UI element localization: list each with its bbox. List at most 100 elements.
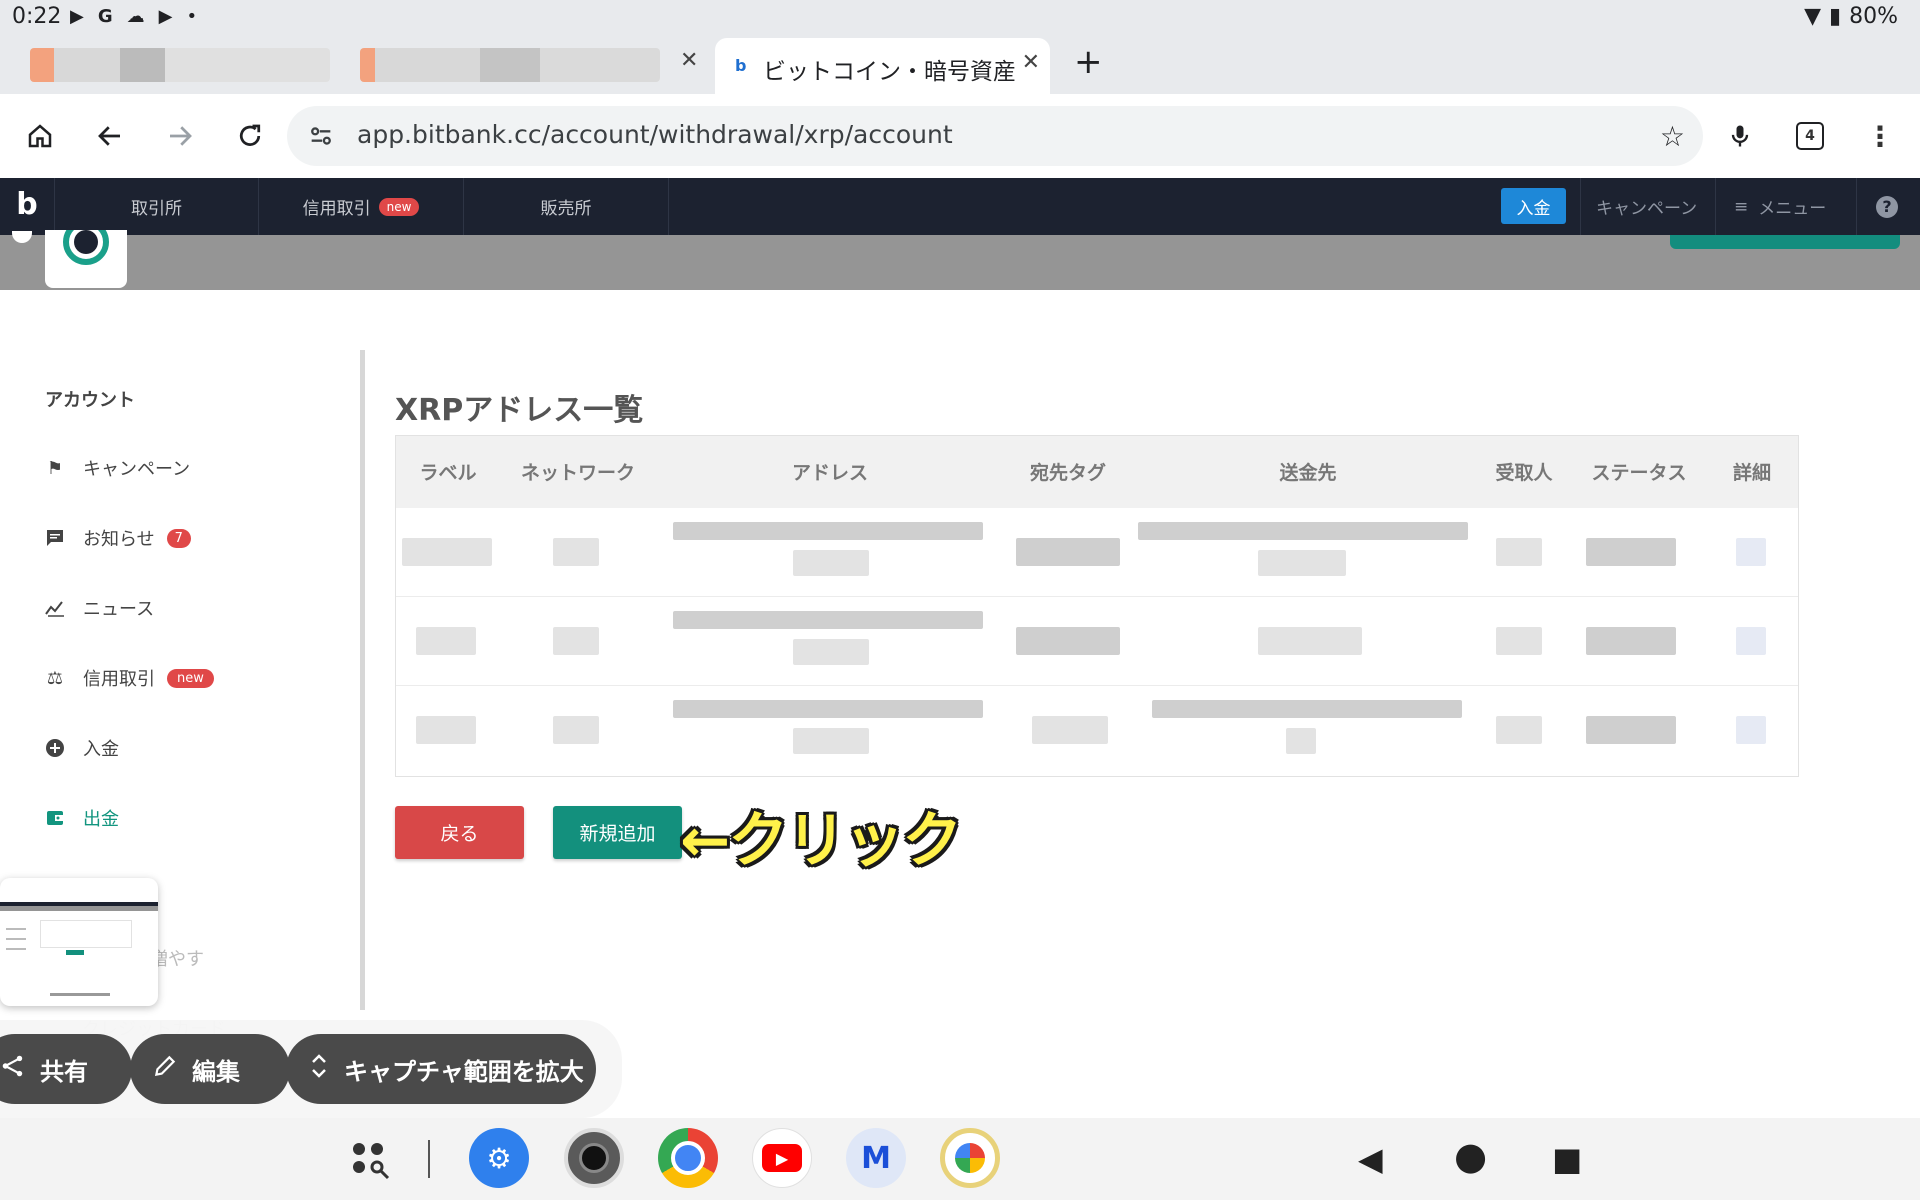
- nav-margin-label: 信用取引: [302, 199, 371, 219]
- blurred-tab[interactable]: [30, 48, 330, 82]
- arrow-right-icon: [170, 126, 192, 146]
- edit-button[interactable]: 編集: [130, 1034, 290, 1104]
- detail-link[interactable]: [1736, 716, 1766, 744]
- add-new-button[interactable]: 新規追加: [553, 806, 682, 859]
- photos-app-icon[interactable]: [940, 1128, 1000, 1188]
- nav-exchange[interactable]: 取引所: [55, 178, 259, 235]
- back-nav-triangle-icon[interactable]: ◀: [1358, 1140, 1383, 1178]
- nav-sales-label: 販売所: [540, 199, 592, 219]
- battery-icon: ▮: [1828, 4, 1842, 29]
- edit-label: 編集: [192, 1057, 240, 1086]
- site-settings-icon: [311, 127, 331, 145]
- nav-campaign[interactable]: キャンペーン: [1596, 178, 1697, 235]
- nav-margin[interactable]: 信用取引 new: [259, 178, 464, 235]
- table-row[interactable]: [396, 597, 1798, 685]
- home-icon: [28, 124, 52, 148]
- detail-link[interactable]: [1736, 627, 1766, 655]
- table-header: ラベル ネットワーク アドレス 宛先タグ 送金先 受取人 ステータス 詳細: [396, 436, 1798, 508]
- notification-count-badge: 7: [166, 528, 191, 548]
- deposit-button[interactable]: 入金: [1501, 188, 1566, 224]
- account-banner: [0, 219, 1920, 290]
- bitbank-favicon-icon: b: [735, 56, 747, 75]
- youtube-app-icon[interactable]: ▶: [752, 1128, 812, 1188]
- sidebar-item-label: 信用取引: [83, 669, 155, 690]
- expand-capture-button[interactable]: キャプチャ範囲を拡大: [286, 1034, 596, 1104]
- app-search-icon[interactable]: [350, 1140, 392, 1182]
- url-text[interactable]: app.bitbank.cc/account/withdrawal/xrp/ac…: [357, 120, 953, 149]
- new-tab-button[interactable]: +: [1074, 42, 1103, 82]
- camera-app-icon[interactable]: [564, 1128, 624, 1188]
- browser-toolbar: app.bitbank.cc/account/withdrawal/xrp/ac…: [0, 94, 1920, 178]
- active-tab[interactable]: b ビットコイン・暗号資産 ✕: [715, 38, 1050, 94]
- sidebar-item-faded[interactable]: 増やす: [150, 943, 204, 973]
- sidebar-item-deposit[interactable]: 入金: [45, 733, 119, 763]
- nav-sales[interactable]: 販売所: [464, 178, 669, 235]
- chrome-app-icon[interactable]: [658, 1128, 718, 1188]
- android-taskbar: ⚙ ▶ M ◀ ● ■: [0, 1118, 1920, 1200]
- new-badge: new: [378, 197, 420, 216]
- meta-app-icon[interactable]: M: [846, 1128, 906, 1188]
- close-tab-icon[interactable]: ✕: [1022, 50, 1040, 75]
- column-header: 詳細: [1732, 462, 1772, 484]
- table-row[interactable]: [396, 686, 1798, 774]
- avatar-ring-icon: [63, 219, 109, 265]
- close-tab-icon[interactable]: ✕: [680, 48, 698, 73]
- sidebar-item-withdrawal[interactable]: 出金: [45, 803, 119, 833]
- home-nav-circle-icon[interactable]: ●: [1454, 1134, 1487, 1178]
- column-header: ステータス: [1591, 462, 1687, 484]
- detail-link[interactable]: [1736, 538, 1766, 566]
- reload-button[interactable]: [228, 114, 272, 158]
- blurred-tab[interactable]: [360, 48, 660, 82]
- column-header: 受取人: [1495, 462, 1553, 484]
- back-button[interactable]: 戻る: [395, 806, 524, 859]
- decoration-dot: [12, 231, 32, 243]
- expand-capture-label: キャプチャ範囲を拡大: [344, 1057, 584, 1086]
- settings-app-icon[interactable]: ⚙: [469, 1128, 529, 1188]
- share-label: 共有: [40, 1057, 88, 1086]
- tab-switcher-button[interactable]: 4: [1788, 114, 1832, 158]
- nav-divider: [1715, 178, 1716, 235]
- table-row[interactable]: [396, 508, 1798, 596]
- sidebar-item-campaign[interactable]: ⚑ キャンペーン: [45, 453, 190, 483]
- notification-icons: ▶ G ☁ ▶ •: [70, 6, 197, 27]
- recents-nav-square-icon[interactable]: ■: [1552, 1140, 1582, 1178]
- forward-nav-button[interactable]: [158, 114, 202, 158]
- banner-action-button[interactable]: [1670, 235, 1900, 249]
- capture-toolbar: 共有 編集 キャプチャ範囲を拡大: [0, 1020, 622, 1118]
- avatar: [45, 219, 127, 288]
- sidebar-item-label: お知らせ: [83, 529, 155, 550]
- address-bar[interactable]: app.bitbank.cc/account/withdrawal/xrp/ac…: [287, 106, 1703, 166]
- back-nav-button[interactable]: [88, 114, 132, 158]
- share-button[interactable]: 共有: [0, 1034, 132, 1104]
- hamburger-icon: ≡: [1734, 196, 1749, 217]
- sidebar-item-notices[interactable]: お知らせ 7: [45, 523, 191, 553]
- column-header: アドレス: [791, 462, 869, 484]
- nav-exchange-label: 取引所: [131, 199, 182, 219]
- system-indicators: ▼ ▮ 80%: [1804, 4, 1898, 29]
- site-navbar: b 取引所 信用取引 new 販売所 入金 キャンペーン ≡ メニュー ?: [0, 178, 1920, 235]
- mic-button[interactable]: [1718, 114, 1762, 158]
- battery-level: 80%: [1849, 4, 1898, 29]
- dot-icon: •: [186, 6, 198, 27]
- screenshot-preview-thumbnail[interactable]: [0, 878, 158, 1006]
- more-menu-icon[interactable]: ⋮: [1858, 114, 1902, 158]
- microphone-icon: [1731, 125, 1749, 147]
- arrow-left-icon: [98, 126, 120, 146]
- sidebar-item-margin[interactable]: ⚖ 信用取引 new: [45, 663, 214, 693]
- nav-divider: [1856, 178, 1857, 235]
- nav-menu[interactable]: ≡ メニュー: [1734, 178, 1826, 235]
- bitbank-logo[interactable]: b: [10, 188, 44, 222]
- help-icon[interactable]: ?: [1876, 196, 1898, 218]
- home-button[interactable]: [18, 114, 62, 158]
- sidebar-heading: アカウント: [45, 390, 135, 411]
- scale-icon: ⚖: [46, 667, 64, 689]
- bookmark-star-icon[interactable]: ☆: [1660, 120, 1685, 153]
- plus-circle-icon: [45, 738, 65, 758]
- sidebar-item-label: 出金: [83, 809, 119, 830]
- google-icon: G: [97, 6, 113, 27]
- taskbar-divider: [428, 1140, 430, 1178]
- nav-menu-label: メニュー: [1758, 199, 1827, 219]
- nav-divider: [1580, 178, 1581, 235]
- sidebar-item-news[interactable]: ニュース: [45, 593, 154, 623]
- share-icon: [0, 1053, 26, 1086]
